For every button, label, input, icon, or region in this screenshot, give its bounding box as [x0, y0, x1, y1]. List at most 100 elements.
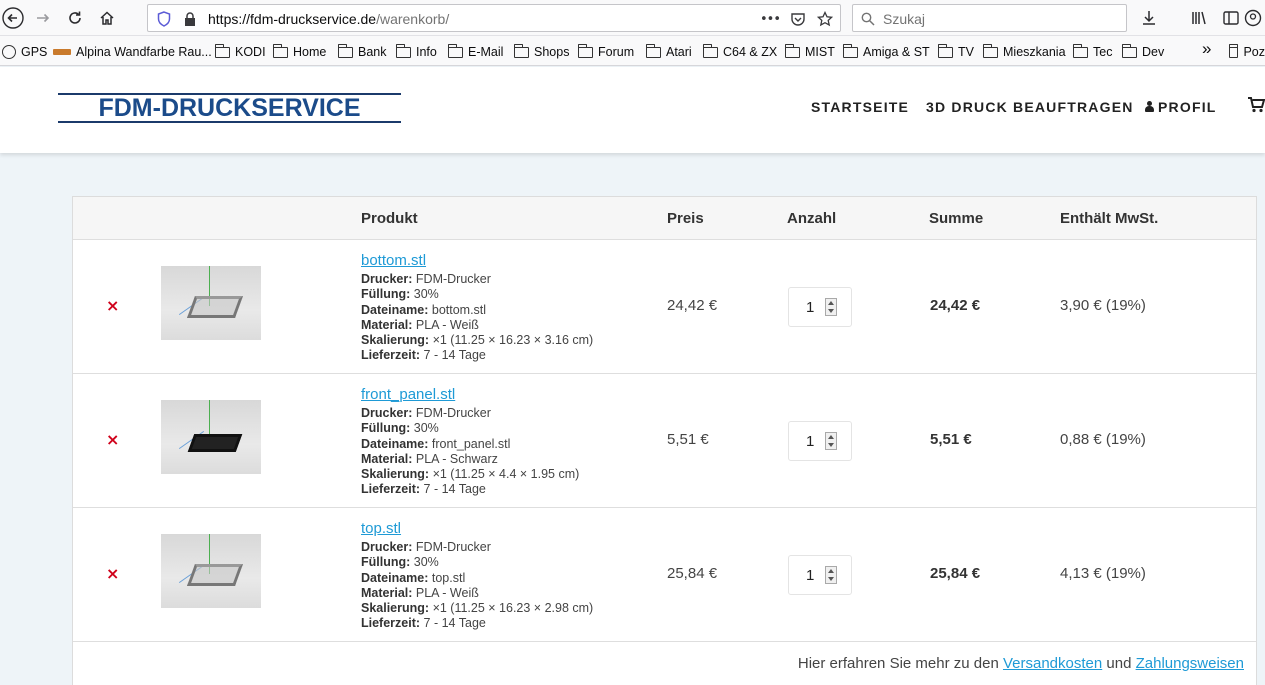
folder-icon [1072, 43, 1088, 58]
remove-item-button[interactable]: × [106, 565, 119, 583]
cart-row: × bottom.stl Drucker: FDM-Drucker Füllun… [73, 240, 1256, 374]
folder-icon [395, 43, 411, 58]
lock-icon[interactable] [180, 9, 200, 29]
footer-prefix: Hier erfahren Sie mehr zu den [797, 655, 999, 672]
bookmark-label: Home [293, 45, 327, 59]
bookmark-label: Dev [1142, 45, 1165, 59]
product-thumbnail[interactable] [161, 400, 261, 474]
detail-label: Lieferzeit: [361, 616, 421, 631]
cart-icon[interactable] [1248, 97, 1265, 116]
header-price: Preis [667, 210, 704, 227]
detail-label: Dateiname: [361, 436, 429, 451]
address-bar[interactable]: https://fdm-druckservice.de/warenkorb/ •… [147, 4, 841, 32]
spinner-arrows-icon[interactable] [825, 432, 837, 450]
back-icon[interactable] [0, 5, 26, 31]
bookmark-star-icon[interactable] [815, 9, 835, 29]
bookmark-folder-email[interactable]: E-Mail [447, 43, 504, 61]
item-total: 5,51 € [930, 431, 972, 448]
product-name-link[interactable]: front_panel.stl [361, 386, 455, 403]
folder-icon [937, 43, 953, 58]
bookmark-folder-shops[interactable]: Shops [513, 43, 569, 61]
url-text[interactable]: https://fdm-druckservice.de/warenkorb/ [208, 11, 449, 27]
nav-profil[interactable]: PROFIL [1145, 99, 1217, 115]
detail-label: Material: [361, 317, 413, 332]
cart-row: × top.stl Drucker: FDM-Drucker Füllung: … [73, 508, 1256, 642]
bookmark-folder-poz[interactable]: Poz [1229, 43, 1265, 61]
payment-methods-link[interactable]: Zahlungsweisen [1136, 655, 1244, 672]
logo-text: FDM-DRUCKSERVICE [98, 94, 361, 122]
nav-3d-druck-beauftragen[interactable]: 3D DRUCK BEAUFTRAGEN [926, 99, 1134, 115]
folder-icon [577, 43, 593, 58]
detail-label: Material: [361, 585, 413, 600]
folder-icon [214, 43, 230, 58]
search-bar[interactable]: Szukaj [852, 4, 1127, 32]
detail-label: Skalierung: [361, 601, 430, 616]
detail-delivery: 7 - 14 Tage [423, 348, 486, 363]
bookmark-label: C64 & ZX [723, 45, 778, 59]
bookmark-label: GPS [21, 45, 48, 59]
bookmark-folder-tv[interactable]: TV [937, 43, 974, 61]
bookmark-folder-info[interactable]: Info [395, 43, 437, 61]
product-name-link[interactable]: top.stl [361, 520, 401, 537]
folder-icon [982, 43, 998, 58]
quantity-stepper[interactable]: 1 [788, 555, 852, 595]
spinner-arrows-icon[interactable] [825, 298, 837, 316]
folder-icon [645, 43, 661, 58]
bookmark-folder-amiga[interactable]: Amiga & ST [842, 43, 930, 61]
bookmark-favicon [53, 49, 71, 55]
bookmark-folder-mist[interactable]: MIST [784, 43, 835, 61]
bookmark-label: TV [958, 45, 974, 59]
site-logo[interactable]: FDM-DRUCKSERVICE [58, 93, 401, 123]
remove-item-button[interactable]: × [106, 431, 119, 449]
bookmark-folder-tec[interactable]: Tec [1072, 43, 1112, 61]
quantity-stepper[interactable]: 1 [788, 287, 852, 327]
folder-icon [272, 43, 288, 58]
shipping-costs-link[interactable]: Versandkosten [1003, 655, 1102, 672]
quantity-stepper[interactable]: 1 [788, 421, 852, 461]
bookmark-alpina[interactable]: Alpina Wandfarbe Rau... [53, 43, 212, 61]
product-thumbnail[interactable] [161, 266, 261, 340]
folder-icon [1121, 43, 1137, 58]
detail-scale: ×1 (11.25 × 16.23 × 2.98 cm) [432, 601, 594, 616]
tracking-protection-icon[interactable] [154, 9, 174, 29]
folder-icon [513, 43, 529, 58]
product-details: Drucker: FDM-Drucker Füllung: 30% Datein… [361, 540, 593, 632]
bookmark-folder-c64[interactable]: C64 & ZX [702, 43, 778, 61]
sidebar-icon[interactable] [1218, 5, 1244, 31]
nav-startseite[interactable]: STARTSEITE [811, 99, 909, 115]
library-icon[interactable] [1186, 5, 1212, 31]
detail-label: Drucker: [361, 540, 413, 554]
bookmark-folder-dev[interactable]: Dev [1121, 43, 1165, 61]
reload-icon[interactable] [62, 5, 88, 31]
bookmark-folder-kodi[interactable]: KODI [214, 43, 266, 61]
pocket-icon[interactable] [788, 9, 808, 29]
folder-icon [784, 43, 800, 58]
bookmark-folder-mieszkania[interactable]: Mieszkania [982, 43, 1066, 61]
bookmark-label: Mieszkania [1003, 45, 1066, 59]
bookmark-label: E-Mail [468, 45, 504, 59]
spinner-arrows-icon[interactable] [825, 566, 837, 584]
detail-label: Drucker: [361, 406, 413, 420]
quantity-value: 1 [806, 567, 815, 584]
remove-item-button[interactable]: × [106, 297, 119, 315]
bookmarks-overflow-icon[interactable]: » [1202, 39, 1211, 58]
product-thumbnail[interactable] [161, 534, 261, 608]
bookmark-folder-home[interactable]: Home [272, 43, 327, 61]
bookmark-folder-forum[interactable]: Forum [577, 43, 634, 61]
profile-menu-icon[interactable] [1244, 5, 1265, 31]
site-header: FDM-DRUCKSERVICE STARTSEITE 3D DRUCK BEA… [0, 67, 1265, 153]
download-icon[interactable] [1136, 5, 1162, 31]
product-name-link[interactable]: bottom.stl [361, 252, 426, 269]
home-icon[interactable] [94, 5, 120, 31]
page-actions-icon[interactable]: ••• [760, 9, 781, 29]
detail-scale: ×1 (11.25 × 16.23 × 3.16 cm) [432, 333, 594, 348]
detail-label: Dateiname: [361, 302, 429, 317]
detail-label: Dateiname: [361, 570, 429, 585]
bookmark-folder-atari[interactable]: Atari [645, 43, 692, 61]
product-details: Drucker: FDM-Drucker Füllung: 30% Datein… [361, 272, 593, 364]
footer-conjunction: und [1106, 655, 1132, 672]
forward-icon[interactable] [30, 5, 56, 31]
bookmark-gps[interactable]: GPS [2, 43, 47, 61]
detail-label: Lieferzeit: [361, 348, 421, 363]
bookmark-folder-bank[interactable]: Bank [337, 43, 387, 61]
